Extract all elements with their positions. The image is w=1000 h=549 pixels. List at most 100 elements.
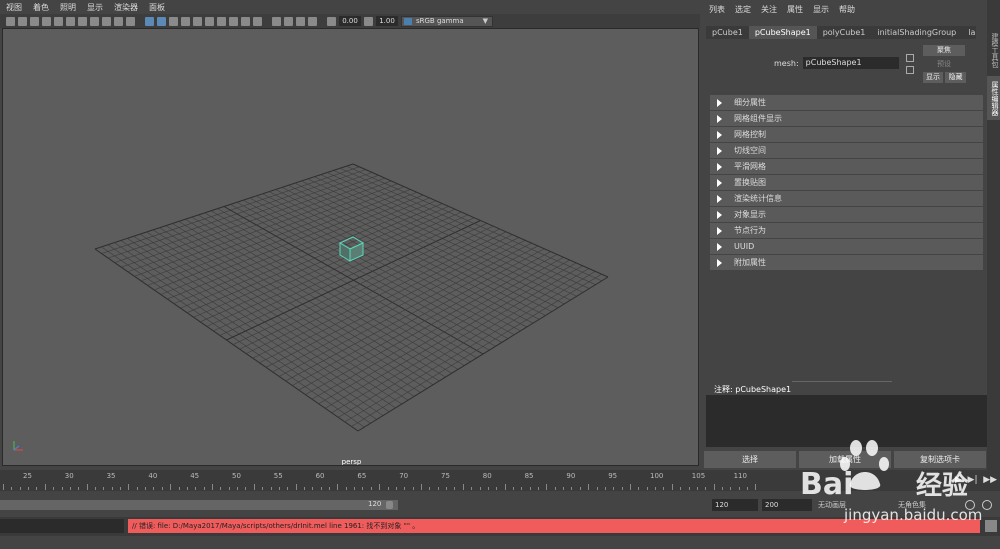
- section-tangent-space[interactable]: 切线空间: [710, 143, 983, 158]
- motion-blur-icon[interactable]: [229, 16, 238, 26]
- ssao-icon[interactable]: [217, 16, 226, 26]
- section-mesh-component-display[interactable]: 网格组件显示: [710, 111, 983, 126]
- frame-tick: [354, 487, 356, 490]
- menu-focus[interactable]: 关注: [761, 4, 777, 15]
- menu-panels[interactable]: 面板: [149, 2, 165, 13]
- focus-button[interactable]: 聚焦: [923, 45, 965, 56]
- dof-icon[interactable]: [253, 16, 262, 26]
- expand-arrow-icon: [717, 162, 722, 171]
- tab-attribute-editor[interactable]: 属性编辑器: [987, 76, 1000, 120]
- frame-tick: [11, 487, 13, 490]
- field-chart-icon[interactable]: [102, 16, 111, 26]
- mesh-name-field[interactable]: pCubeShape1: [802, 57, 899, 69]
- tab-polycube1[interactable]: polyCube1: [817, 26, 872, 39]
- film-gate-icon[interactable]: [66, 16, 75, 26]
- frame-tick: [379, 484, 381, 490]
- smooth-shade-icon[interactable]: [157, 16, 166, 26]
- menu-show[interactable]: 显示: [87, 2, 103, 13]
- xray-icon[interactable]: [284, 16, 293, 26]
- section-label: UUID: [734, 242, 755, 251]
- presets-button[interactable]: 预设: [923, 59, 965, 70]
- isolate-icon[interactable]: [272, 16, 281, 26]
- gamma-icon[interactable]: [364, 16, 373, 26]
- menu-lighting[interactable]: 照明: [60, 2, 76, 13]
- range-end-label: 120: [368, 500, 382, 508]
- frame-tick: [370, 487, 372, 490]
- section-displacement-map[interactable]: 置换贴图: [710, 175, 983, 190]
- tab-pcubeshape1[interactable]: pCubeShape1: [748, 26, 817, 39]
- section-smooth-mesh[interactable]: 平滑网格: [710, 159, 983, 174]
- camera-icon[interactable]: [6, 16, 15, 26]
- chevron-down-icon: ▼: [482, 16, 488, 25]
- safe-title-icon[interactable]: [126, 16, 135, 26]
- playback-end-field[interactable]: 120: [712, 499, 758, 511]
- cube-mesh[interactable]: [338, 236, 365, 262]
- range-slider[interactable]: [0, 500, 398, 510]
- section-extra-attributes[interactable]: 附加属性: [710, 255, 983, 270]
- frame-tick: [287, 487, 289, 490]
- frame-tick: [529, 487, 531, 490]
- bookmark-icon[interactable]: [30, 16, 39, 26]
- gate-mask-icon[interactable]: [90, 16, 99, 26]
- frame-tick: [19, 487, 21, 490]
- menu-help[interactable]: 帮助: [839, 4, 855, 15]
- section-tessellation[interactable]: 细分属性: [710, 95, 983, 110]
- frame-tick: [44, 484, 46, 490]
- tab-pcube1[interactable]: pCube1: [706, 26, 749, 39]
- section-mesh-controls[interactable]: 网格控制: [710, 127, 983, 142]
- 3d-viewport[interactable]: persp: [2, 28, 699, 466]
- hide-button[interactable]: 隐藏: [945, 72, 966, 83]
- xray-components-icon[interactable]: [308, 16, 317, 26]
- menu-show[interactable]: 显示: [813, 4, 829, 15]
- frame-tick: [212, 484, 213, 490]
- scene-canvas: [94, 163, 609, 432]
- xray-joints-icon[interactable]: [296, 16, 305, 26]
- section-render-stats[interactable]: 渲染统计信息: [710, 191, 983, 206]
- menu-shading[interactable]: 着色: [33, 2, 49, 13]
- camera-attr-icon[interactable]: [18, 16, 27, 26]
- baidu-watermark: Bai 经验 jingyan.baidu.com: [800, 440, 1000, 540]
- mel-command-input[interactable]: [0, 519, 124, 533]
- frame-tick: [554, 487, 556, 490]
- frame-tick: [705, 487, 707, 490]
- menu-renderer[interactable]: 渲染器: [114, 2, 138, 13]
- section-object-display[interactable]: 对象显示: [710, 207, 983, 222]
- default-material-icon[interactable]: [169, 16, 178, 26]
- color-space-select[interactable]: sRGB gamma ▼: [401, 15, 493, 27]
- section-label: 附加属性: [734, 258, 766, 267]
- time-ruler[interactable]: 25 30 35 40 45 50 55 60 65 70 75 80 85 90 95 100 105 110: [0, 470, 760, 491]
- wireframe-icon[interactable]: [145, 16, 154, 26]
- show-button[interactable]: 显示: [923, 72, 943, 83]
- image-plane-icon[interactable]: [42, 16, 51, 26]
- range-handle[interactable]: [386, 501, 393, 509]
- frame-tick-label: 30: [64, 472, 74, 480]
- shadows-icon[interactable]: [205, 16, 214, 26]
- menu-attributes[interactable]: 属性: [787, 4, 803, 15]
- input-connection-icon[interactable]: [906, 54, 914, 62]
- menu-list[interactable]: 列表: [709, 4, 725, 15]
- section-node-behavior[interactable]: 节点行为: [710, 223, 983, 238]
- tab-modeling-toolkit[interactable]: 建模工具包: [987, 28, 1000, 72]
- textured-icon[interactable]: [181, 16, 190, 26]
- frame-tick-label: 70: [399, 472, 409, 480]
- tab-initial-shading-group[interactable]: initialShadingGroup: [871, 26, 962, 39]
- gamma-field[interactable]: 1.00: [376, 16, 398, 26]
- notes-divider: [792, 381, 892, 382]
- frame-tick: [387, 487, 389, 490]
- safe-action-icon[interactable]: [114, 16, 123, 26]
- tab-lambert[interactable]: la: [962, 26, 981, 39]
- menu-view[interactable]: 视图: [6, 2, 22, 13]
- frame-tick: [128, 484, 130, 490]
- exposure-icon[interactable]: [327, 16, 336, 26]
- section-uuid[interactable]: UUID: [710, 239, 983, 254]
- select-button[interactable]: 选择: [704, 451, 796, 468]
- grid-icon[interactable]: [54, 16, 63, 26]
- exposure-field[interactable]: 0.00: [339, 16, 361, 26]
- output-connection-icon[interactable]: [906, 66, 914, 74]
- frame-tick: [320, 487, 322, 490]
- lights-icon[interactable]: [193, 16, 202, 26]
- antialias-icon[interactable]: [241, 16, 250, 26]
- frame-tick: [579, 487, 581, 490]
- resolution-gate-icon[interactable]: [78, 16, 87, 26]
- menu-selected[interactable]: 选定: [735, 4, 751, 15]
